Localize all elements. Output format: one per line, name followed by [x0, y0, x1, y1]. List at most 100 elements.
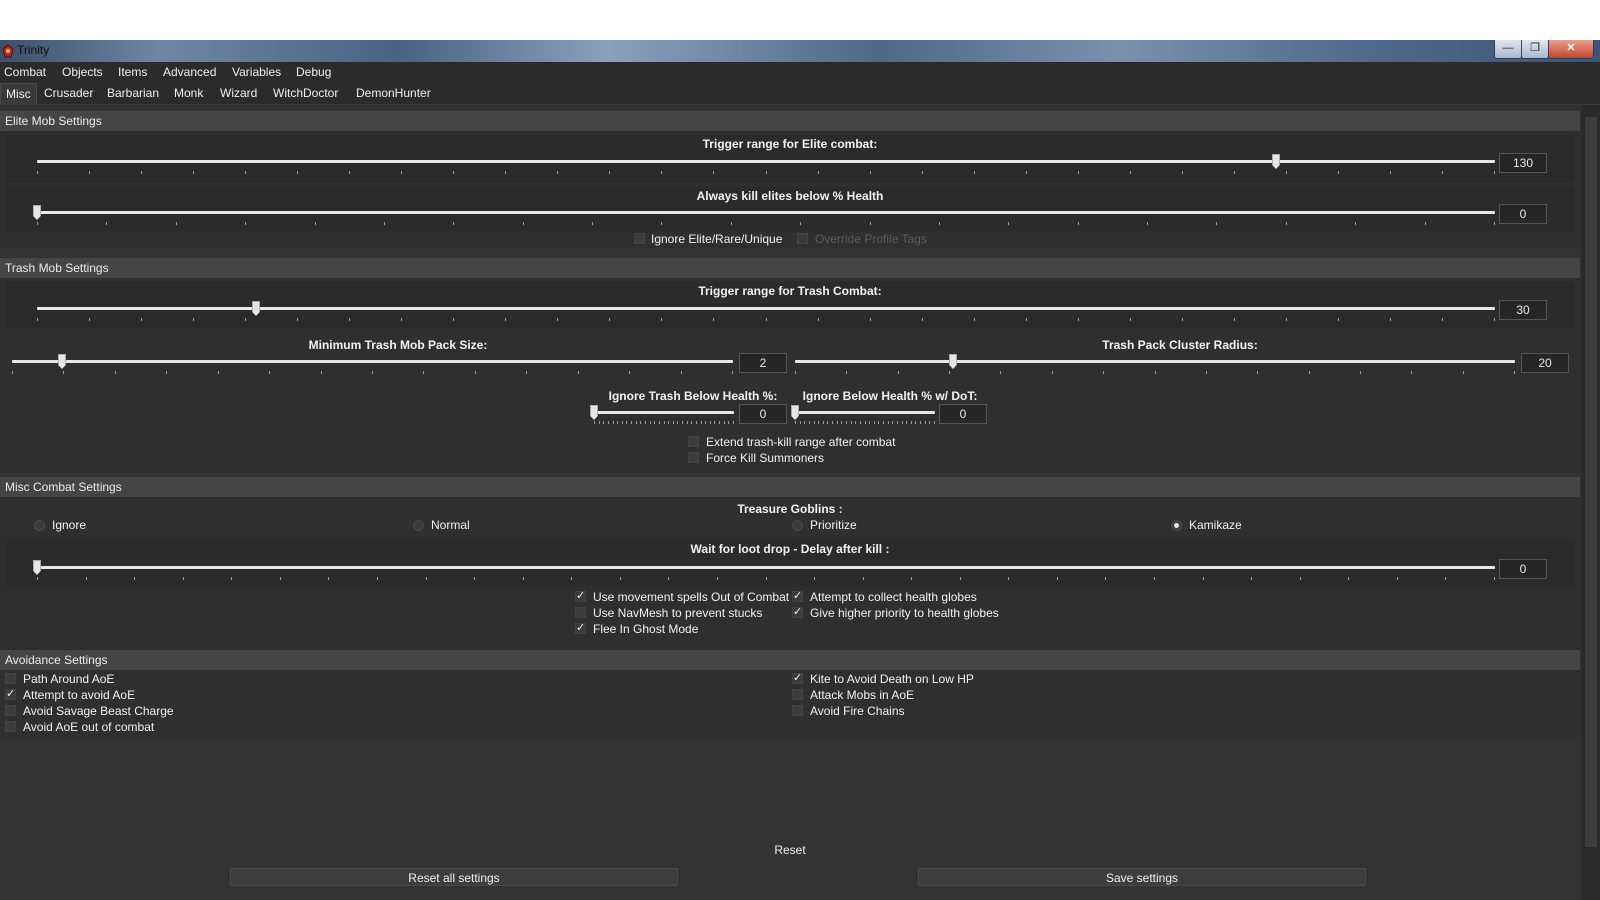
- slider-tick: [1000, 371, 1001, 374]
- min-pack-size-value[interactable]: 2: [739, 353, 787, 373]
- avoid-out-of-combat-checkbox[interactable]: [5, 721, 16, 732]
- slider-tick: [846, 371, 847, 374]
- slider-tick: [193, 171, 194, 174]
- scrollbar-thumb[interactable]: [1585, 117, 1597, 847]
- slider-tick: [37, 171, 38, 174]
- trash-trigger-slider-thumb[interactable]: [252, 301, 260, 316]
- avoidance-panel: Path Around AoE Attempt to avoid AoE Avo…: [0, 670, 1580, 738]
- slider-tick: [629, 371, 630, 374]
- elite-health-value[interactable]: 0: [1499, 204, 1547, 224]
- tab-wizard[interactable]: Wizard: [215, 83, 262, 103]
- kite-low-hp-checkbox[interactable]: [792, 671, 803, 684]
- goblins-normal-radio[interactable]: [413, 520, 424, 531]
- slider-tick: [245, 222, 246, 225]
- menu-items[interactable]: Items: [118, 65, 147, 79]
- loot-delay-ticks: [37, 577, 1495, 580]
- collect-globes-checkbox[interactable]: [792, 589, 803, 602]
- slider-tick: [1442, 318, 1443, 321]
- goblins-ignore-radio[interactable]: [34, 520, 45, 531]
- ignore-trash-health-slider-thumb[interactable]: [590, 405, 598, 420]
- slider-tick: [661, 222, 662, 225]
- reset-button[interactable]: Reset: [765, 841, 815, 859]
- trash-trigger-value[interactable]: 30: [1499, 300, 1547, 320]
- slider-tick: [608, 421, 609, 424]
- menu-variables[interactable]: Variables: [232, 65, 281, 79]
- attack-in-aoe-checkbox[interactable]: [792, 689, 803, 700]
- slider-tick: [1234, 171, 1235, 174]
- slider-tick: [814, 577, 815, 580]
- slider-tick: [1338, 318, 1339, 321]
- slider-tick: [1494, 222, 1495, 225]
- elite-trigger-value[interactable]: 130: [1499, 153, 1547, 173]
- goblins-prioritize-radio[interactable]: [792, 520, 803, 531]
- slider-tick: [1442, 171, 1443, 174]
- ignore-health-dot-value[interactable]: 0: [939, 404, 987, 424]
- slider-tick: [328, 577, 329, 580]
- slider-tick: [1130, 318, 1131, 321]
- slider-tick: [870, 318, 871, 321]
- treasure-goblins-label: Treasure Goblins :: [737, 502, 843, 516]
- min-pack-size-track: [12, 360, 733, 363]
- tab-demonhunter[interactable]: DemonHunter: [351, 83, 436, 103]
- flee-ghost-checkbox[interactable]: [575, 621, 586, 634]
- cluster-radius-slider-thumb[interactable]: [949, 354, 957, 369]
- slider-tick: [898, 371, 899, 374]
- tab-misc[interactable]: Misc: [0, 83, 37, 104]
- movement-spells-checkbox[interactable]: [575, 589, 586, 602]
- slider-tick: [827, 421, 828, 424]
- elite-health-slider-thumb[interactable]: [33, 205, 41, 220]
- priority-globes-checkbox[interactable]: [792, 605, 803, 618]
- slider-tick: [372, 371, 373, 374]
- slider-tick: [677, 421, 678, 424]
- menu-advanced[interactable]: Advanced: [163, 65, 216, 79]
- ignore-elite-checkbox[interactable]: [634, 233, 645, 244]
- trash-trigger-ticks: [37, 318, 1495, 321]
- fire-chains-checkbox[interactable]: [792, 705, 803, 716]
- menu-debug[interactable]: Debug: [296, 65, 331, 79]
- slider-tick: [401, 318, 402, 321]
- ignore-health-dot-slider-thumb[interactable]: [791, 405, 799, 420]
- slider-tick: [823, 421, 824, 424]
- navmesh-checkbox[interactable]: [575, 607, 586, 618]
- tab-witchdoctor[interactable]: WitchDoctor: [268, 83, 343, 103]
- maximize-button[interactable]: ❐: [1521, 40, 1549, 59]
- minimize-button[interactable]: —: [1494, 40, 1522, 59]
- flee-ghost-label: Flee In Ghost Mode: [593, 622, 699, 636]
- title-bar[interactable]: Trinity — ❐ ✕: [0, 40, 1600, 62]
- min-pack-size-slider-thumb[interactable]: [58, 354, 66, 369]
- elite-trigger-slider-thumb[interactable]: [1272, 154, 1280, 169]
- attack-in-aoe-label: Attack Mobs in AoE: [810, 688, 915, 702]
- cluster-radius-value[interactable]: 20: [1521, 353, 1569, 373]
- extend-range-label: Extend trash-kill range after combat: [706, 435, 896, 449]
- slider-tick: [713, 318, 714, 321]
- slider-tick: [1216, 222, 1217, 225]
- loot-delay-value[interactable]: 0: [1499, 559, 1547, 579]
- close-button[interactable]: ✕: [1548, 40, 1594, 59]
- loot-delay-slider-thumb[interactable]: [33, 560, 41, 575]
- tab-crusader[interactable]: Crusader: [39, 83, 98, 103]
- slider-tick: [636, 421, 637, 424]
- ignore-trash-health-value[interactable]: 0: [739, 404, 787, 424]
- vertical-scrollbar[interactable]: [1582, 105, 1600, 900]
- elite-health-label: Always kill elites below % Health: [696, 189, 884, 203]
- menu-combat[interactable]: Combat: [4, 65, 46, 79]
- slider-tick: [1286, 318, 1287, 321]
- slider-tick: [89, 318, 90, 321]
- slider-tick: [176, 222, 177, 225]
- extend-range-checkbox[interactable]: [688, 436, 699, 447]
- tab-monk[interactable]: Monk: [169, 83, 208, 103]
- path-around-aoe-checkbox[interactable]: [5, 673, 16, 684]
- slider-tick: [841, 421, 842, 424]
- slider-tick: [713, 171, 714, 174]
- slider-tick: [897, 421, 898, 424]
- reset-all-settings-button[interactable]: Reset all settings: [230, 868, 678, 886]
- force-kill-summoners-checkbox[interactable]: [688, 452, 699, 463]
- slider-tick: [661, 318, 662, 321]
- avoid-aoe-checkbox[interactable]: [5, 687, 16, 700]
- tab-barbarian[interactable]: Barbarian: [102, 83, 164, 103]
- goblins-kamikaze-radio[interactable]: [1171, 520, 1182, 531]
- savage-beast-checkbox[interactable]: [5, 705, 16, 716]
- menu-objects[interactable]: Objects: [62, 65, 103, 79]
- save-settings-button[interactable]: Save settings: [918, 868, 1366, 886]
- slider-tick: [1257, 371, 1258, 374]
